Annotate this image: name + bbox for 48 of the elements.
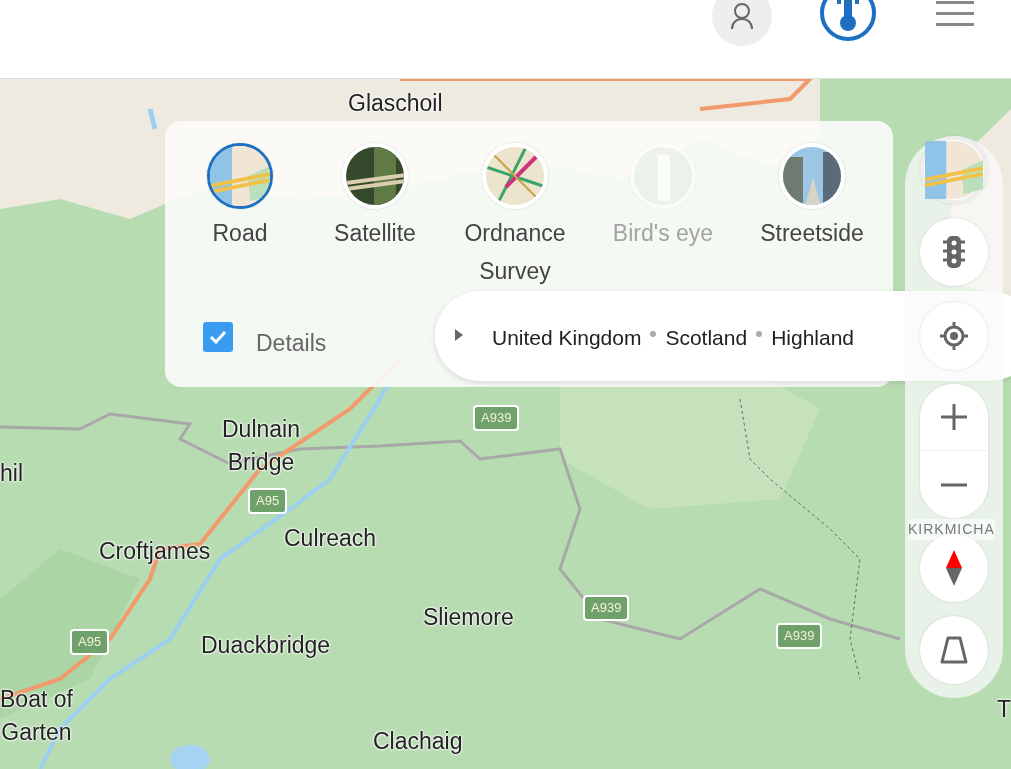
tilt-button[interactable]: [920, 616, 988, 684]
place-label: Glaschoil: [348, 89, 443, 118]
map-style-option[interactable]: Road: [175, 143, 305, 253]
minus-icon: [941, 482, 967, 487]
street-photo-thumbnail: [783, 147, 841, 205]
profile-button[interactable]: [712, 0, 772, 46]
details-label: Details: [256, 329, 327, 358]
map-style-option[interactable]: Streetside: [747, 143, 877, 253]
place-label: Sliemore: [423, 603, 514, 632]
details-checkbox[interactable]: [203, 322, 233, 352]
zoom-in-button[interactable]: [920, 384, 988, 451]
map-style-option[interactable]: Ordnance Survey: [450, 143, 580, 291]
locate-me-button[interactable]: [920, 302, 988, 370]
map-style-option[interactable]: Satellite: [310, 143, 440, 253]
plus-icon: [941, 404, 967, 430]
stream: [147, 108, 158, 130]
breadcrumb-link[interactable]: United Kingdom: [492, 322, 642, 354]
lake: [170, 745, 210, 769]
caret-icon: [455, 329, 463, 341]
breadcrumb-link[interactable]: Highland: [771, 322, 855, 354]
road-number-sign: A939: [473, 405, 520, 431]
road-number-sign: A95: [248, 488, 288, 514]
place-label: T: [997, 695, 1011, 724]
place-label: Boat of Garten: [0, 685, 73, 748]
menu-icon: [936, 0, 974, 28]
checkmark-icon: [209, 330, 227, 344]
road-number-sign: A939: [583, 595, 630, 621]
traffic-light-icon: [943, 236, 965, 268]
road-map-thumbnail: [210, 146, 270, 206]
place-label: Dulnain Bridge: [222, 415, 300, 478]
road-number-sign: A95: [70, 629, 110, 655]
place-label: Croftjames: [99, 537, 211, 566]
road-number-sign: A939: [776, 623, 823, 649]
breadcrumb-link[interactable]: Scotland: [665, 322, 748, 354]
place-label: Clachaig: [373, 727, 463, 756]
place-label: hil: [0, 459, 23, 488]
menu-button[interactable]: [936, 0, 974, 28]
topographic-map-thumbnail: [486, 147, 544, 205]
place-label: Culreach: [284, 524, 377, 553]
locate-icon: [940, 322, 968, 350]
person-icon: [730, 2, 754, 30]
compass-needle-icon: [946, 550, 962, 586]
place-label: Duackbridge: [201, 631, 331, 660]
trapezoid-icon: [940, 636, 968, 664]
traffic-button[interactable]: [920, 218, 988, 286]
road-map-icon: [925, 141, 983, 199]
compass-button[interactable]: [920, 534, 988, 602]
satellite-thumbnail: [346, 147, 404, 205]
